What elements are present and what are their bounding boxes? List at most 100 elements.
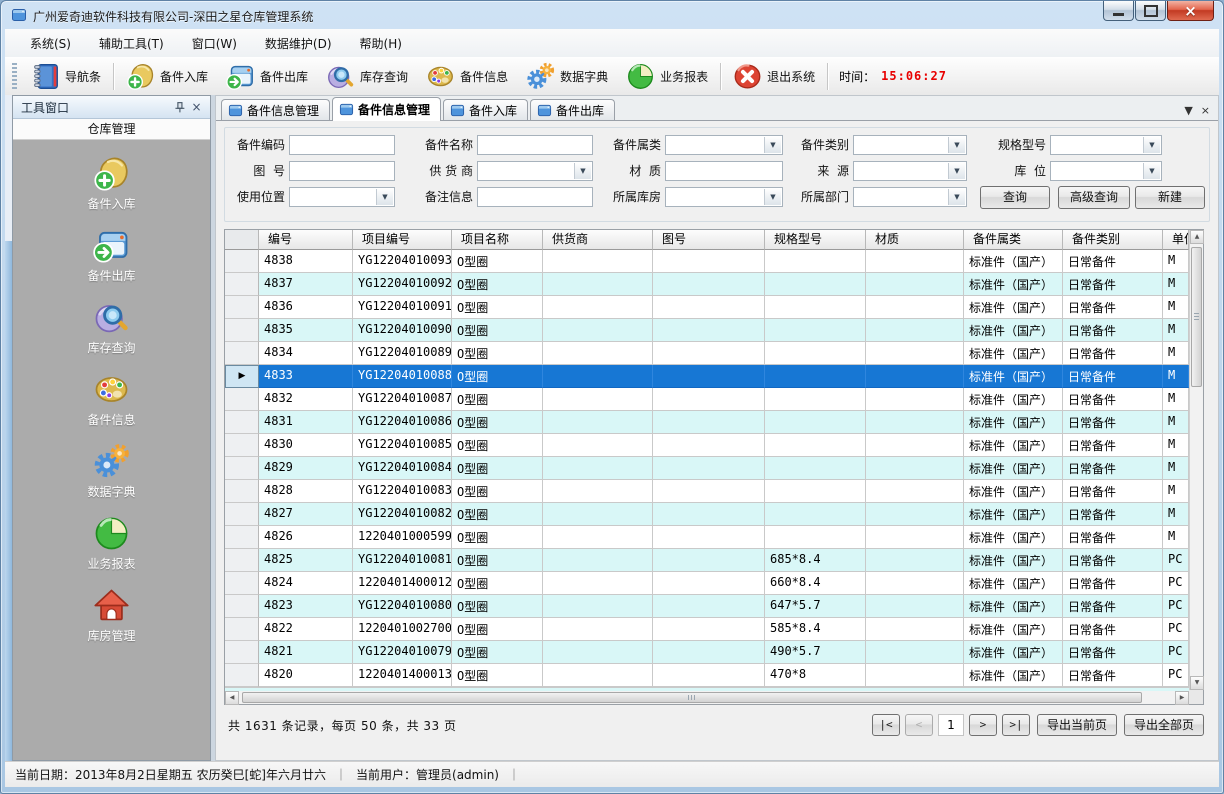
close-tab-icon[interactable]: × [1201,105,1210,116]
current-page-indicator[interactable]: 1 [938,714,964,736]
table-row[interactable]: 48261220401000599O型圈标准件（国产）日常备件M [225,526,1189,549]
column-header-supplier[interactable]: 供货商 [543,230,653,250]
toolbar-item-business-report[interactable]: 业务报表 [617,60,717,93]
table-row[interactable]: 48241220401400012O型圈660*8.4标准件（国产）日常备件PC [225,572,1189,595]
table-row[interactable]: 48221220401002700O型圈585*8.4标准件（国产）日常备件PC [225,618,1189,641]
table-row[interactable]: 4830YG12204010085O型圈标准件（国产）日常备件M [225,434,1189,457]
tab-2[interactable]: 备件入库 [443,99,528,120]
table-row[interactable]: 4836YG12204010091O型圈标准件（国产）日常备件M [225,296,1189,319]
table-row[interactable]: 4834YG12204010089O型圈标准件（国产）日常备件M [225,342,1189,365]
new-button[interactable]: 新建 [1135,186,1205,209]
toolbar-item-data-dictionary[interactable]: 数据字典 [517,60,617,93]
tab-3[interactable]: 备件出库 [530,99,615,120]
query-button[interactable]: 查询 [980,186,1050,209]
search-field-supplier[interactable]: ▼ [477,161,593,181]
menu-item-3[interactable]: 数据维护(D) [254,31,343,56]
search-input-remark[interactable] [478,188,592,206]
sidebar-item-data-dictionary[interactable]: 数据字典 [52,443,172,500]
table-row[interactable]: 4825YG12204010081O型圈685*8.4标准件（国产）日常备件PC [225,549,1189,572]
advanced-query-button[interactable]: 高级查询 [1058,186,1130,209]
toolbar-item-stock-in[interactable]: 备件入库 [117,60,217,93]
table-row[interactable]: 4823YG12204010080O型圈647*5.7标准件（国产）日常备件PC [225,595,1189,618]
sidebar-item-business-report[interactable]: 业务报表 [52,515,172,572]
search-field-part_name[interactable] [477,135,593,155]
table-row[interactable]: 4831YG12204010086O型圈标准件（国产）日常备件M [225,411,1189,434]
menu-item-4[interactable]: 帮助(H) [349,31,413,56]
vscroll-thumb[interactable] [1191,247,1202,387]
table-row[interactable]: 4821YG12204010079O型圈490*5.7标准件（国产）日常备件PC [225,641,1189,664]
chevron-down-icon[interactable]: ▼ [948,163,965,179]
minimize-button[interactable] [1103,1,1134,21]
table-row[interactable]: 48201220401400013O型圈470*8标准件（国产）日常备件PC [225,664,1189,687]
menu-item-0[interactable]: 系统(S) [19,31,82,56]
pin-panel-button[interactable] [171,99,188,115]
first-page-button[interactable]: |< [872,714,900,736]
tab-0[interactable]: 备件信息管理 [221,99,330,120]
maximize-button[interactable] [1135,1,1166,21]
chevron-down-icon[interactable]: ▼ [574,163,591,179]
column-header-material[interactable]: 材质 [866,230,964,250]
chevron-down-icon[interactable]: ▼ [948,137,965,153]
search-field-part_category[interactable]: ▼ [665,135,783,155]
search-field-source[interactable]: ▼ [853,161,967,181]
search-field-material[interactable] [665,161,783,181]
column-header-type[interactable]: 备件类别 [1063,230,1163,250]
tab-1-active[interactable]: 备件信息管理 [332,97,441,121]
column-header-spec[interactable]: 规格型号 [765,230,866,250]
search-input-part_code[interactable] [290,136,394,154]
search-field-use_position[interactable]: ▼ [289,187,395,207]
menu-item-1[interactable]: 辅助工具(T) [88,31,175,56]
grid-horizontal-scrollbar[interactable]: ◀ ▶ [225,690,1189,704]
chevron-down-icon[interactable]: ▼ [1143,163,1160,179]
toolbar-item-stock-out[interactable]: 备件出库 [217,60,317,93]
last-page-button[interactable]: >| [1002,714,1030,736]
search-field-warehouse[interactable]: ▼ [665,187,783,207]
menu-item-2[interactable]: 窗口(W) [181,31,248,56]
column-header-unit[interactable]: 单位 [1163,230,1189,250]
search-field-department[interactable]: ▼ [853,187,967,207]
search-input-material[interactable] [666,162,782,180]
table-row[interactable]: 4838YG12204010093O型圈标准件（国产）日常备件M [225,250,1189,273]
sidebar-item-inventory-query[interactable]: 库存查询 [52,299,172,356]
search-input-drawing_no[interactable] [290,162,394,180]
search-input-part_name[interactable] [478,136,592,154]
table-row[interactable]: 4832YG12204010087O型圈标准件（国产）日常备件M [225,388,1189,411]
sidebar-scrollbar[interactable] [5,95,12,761]
scroll-left-icon[interactable]: ◀ [225,691,239,705]
search-field-part_code[interactable] [289,135,395,155]
sidebar-item-warehouse-manage[interactable]: 库房管理 [52,587,172,644]
next-page-button[interactable]: > [969,714,997,736]
column-header-project_no[interactable]: 项目编号 [353,230,452,250]
chevron-down-icon[interactable]: ▼ [948,189,965,205]
sidebar-item-stock-in[interactable]: 备件入库 [52,155,172,212]
scroll-up-icon[interactable]: ▲ [1190,230,1204,244]
close-button[interactable]: × [1167,1,1214,21]
export-current-page-button[interactable]: 导出当前页 [1037,714,1117,736]
toolbar-item-inventory-query[interactable]: 库存查询 [317,60,417,93]
chevron-down-icon[interactable]: ▼ [764,189,781,205]
column-header-category[interactable]: 备件属类 [964,230,1063,250]
chevron-down-icon[interactable]: ▼ [764,137,781,153]
chevron-down-icon[interactable]: ▼ [1143,137,1160,153]
column-header-project_name[interactable]: 项目名称 [452,230,543,250]
table-row[interactable]: 4827YG12204010082O型圈标准件（国产）日常备件M [225,503,1189,526]
table-row[interactable]: ▶4833YG12204010088O型圈标准件（国产）日常备件M [225,365,1189,388]
table-row[interactable]: 4835YG12204010090O型圈标准件（国产）日常备件M [225,319,1189,342]
search-field-location[interactable]: ▼ [1050,161,1162,181]
tab-list-dropdown-icon[interactable]: ▼ [1184,105,1192,116]
search-field-part_type[interactable]: ▼ [853,135,967,155]
toolbar-item-parts-info[interactable]: 备件信息 [417,60,517,93]
close-panel-button[interactable]: × [188,99,205,115]
prev-page-button[interactable]: < [905,714,933,736]
toolbar-item-navbar[interactable]: 导航条 [22,60,110,93]
column-header-id[interactable]: 编号 [259,230,353,250]
table-row[interactable]: 4828YG12204010083O型圈标准件（国产）日常备件M [225,480,1189,503]
column-header-drawing_no[interactable]: 图号 [653,230,765,250]
hscroll-thumb[interactable] [242,692,1142,703]
scroll-down-icon[interactable]: ▼ [1190,676,1204,690]
table-row[interactable]: 4837YG12204010092O型圈标准件（国产）日常备件M [225,273,1189,296]
search-field-spec_model[interactable]: ▼ [1050,135,1162,155]
search-field-drawing_no[interactable] [289,161,395,181]
export-all-pages-button[interactable]: 导出全部页 [1124,714,1204,736]
table-row[interactable]: 4829YG12204010084O型圈标准件（国产）日常备件M [225,457,1189,480]
